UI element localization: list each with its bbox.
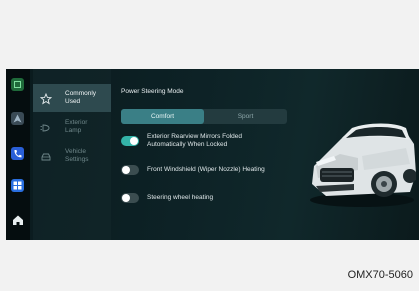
menu-label-line: Vehicle [65, 148, 86, 155]
menu-item-exterior-lamp[interactable]: Exterior Lamp [33, 113, 111, 141]
phone-icon[interactable] [11, 147, 24, 160]
menu-item-label: Vehicle Settings [65, 148, 109, 164]
mirror-fold-toggle[interactable] [121, 136, 139, 146]
menu-item-label: Commonly Used [65, 90, 109, 106]
toggle-knob [122, 166, 130, 174]
infotainment-screen: Commonly Used Exterior Lamp Vehicle Sett… [6, 69, 419, 240]
windshield-heating-label: Front Windshield (Wiper Nozzle) Heating [147, 166, 265, 173]
figure-caption: OMX70-5060 [347, 269, 413, 281]
steering-wheel-heating-label: Steering wheel heating [147, 194, 214, 201]
home-icon[interactable] [11, 213, 24, 226]
star-icon [39, 92, 53, 105]
setting-label-line: Exterior Rearview Mirrors Folded [147, 133, 242, 140]
mirror-fold-label: Exterior Rearview Mirrors Folded Automat… [147, 133, 287, 149]
menu-item-label: Exterior Lamp [65, 119, 109, 135]
windshield-heating-toggle[interactable] [121, 165, 139, 175]
steering-wheel-heating-toggle[interactable] [121, 193, 139, 203]
setting-label-line: Automatically When Locked [147, 141, 228, 148]
settings-menu: Commonly Used Exterior Lamp Vehicle Sett… [33, 69, 111, 240]
menu-item-vehicle-settings[interactable]: Vehicle Settings [33, 142, 111, 170]
menu-item-commonly-used[interactable]: Commonly Used [33, 84, 111, 112]
left-rail [6, 69, 30, 240]
car-settings-icon [40, 150, 52, 162]
toggle-knob [130, 137, 138, 145]
apps-grid-icon[interactable] [11, 179, 24, 192]
vehicle-image [310, 123, 416, 207]
menu-label-line: Commonly [65, 90, 97, 97]
menu-label-line: Used [65, 98, 81, 105]
menu-label-line: Settings [65, 156, 89, 163]
sport-mode-button[interactable]: Sport [204, 109, 287, 124]
menu-label-line: Exterior [65, 119, 88, 126]
power-steering-segmented-control: Comfort Sport [121, 109, 287, 124]
power-steering-heading: Power Steering Mode [121, 88, 184, 95]
comfort-mode-button[interactable]: Comfort [121, 109, 204, 124]
menu-label-line: Lamp [65, 127, 82, 134]
toggle-knob [122, 194, 130, 202]
navigation-icon[interactable] [11, 112, 24, 125]
lamp-icon [40, 121, 52, 133]
app-square-icon[interactable] [11, 78, 24, 91]
